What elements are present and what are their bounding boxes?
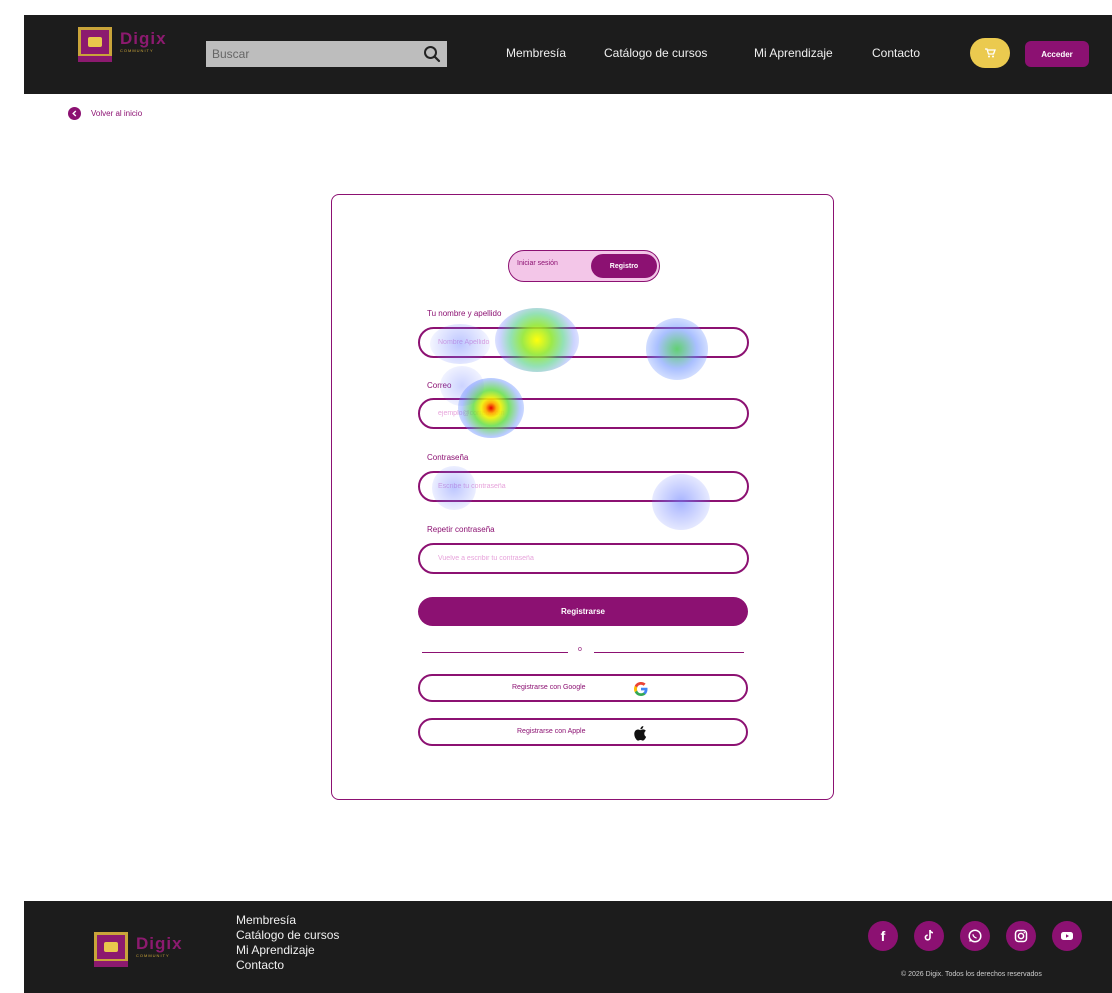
logo-name: Digix <box>136 934 183 953</box>
divider-right <box>594 652 744 653</box>
search-bar <box>206 41 447 67</box>
facebook-icon[interactable]: f <box>868 921 898 951</box>
register-card: Iniciar sesión Registro Tu nombre y apel… <box>331 194 834 800</box>
password-field <box>418 471 749 502</box>
tab-login[interactable]: Iniciar sesión <box>517 260 558 267</box>
nav-contacto[interactable]: Contacto <box>872 46 920 60</box>
cart-icon <box>985 48 996 58</box>
footer-nav: Membresía Catálogo de cursos Mi Aprendiz… <box>236 913 339 973</box>
apple-register-label: Registrarse con Apple <box>517 728 586 735</box>
footer-link-catalogo[interactable]: Catálogo de cursos <box>236 928 339 943</box>
footer-link-membresia[interactable]: Membresía <box>236 913 339 928</box>
instagram-icon[interactable] <box>1006 921 1036 951</box>
search-input[interactable] <box>212 47 423 61</box>
social-links: f <box>868 921 1082 951</box>
nav-catalogo[interactable]: Catálogo de cursos <box>604 46 707 60</box>
cart-button[interactable] <box>970 38 1010 68</box>
repeat-password-input[interactable] <box>438 555 729 562</box>
password-input[interactable] <box>438 483 729 490</box>
google-icon <box>632 680 650 698</box>
password-label: Contraseña <box>427 453 469 462</box>
whatsapp-icon[interactable] <box>960 921 990 951</box>
google-register-button[interactable]: Registrarse con Google <box>418 674 748 702</box>
back-arrow-icon <box>68 107 81 120</box>
back-link[interactable]: Volver al inicio <box>68 107 142 120</box>
back-link-label: Volver al inicio <box>91 109 143 118</box>
name-field <box>418 327 749 358</box>
top-navbar: Digix COMMUNITY Membresía Catálogo de cu… <box>24 15 1112 94</box>
tiktok-icon[interactable] <box>914 921 944 951</box>
footer-link-aprendizaje[interactable]: Mi Aprendizaje <box>236 943 339 958</box>
divider-left <box>422 652 568 653</box>
divider-text: o <box>578 646 582 653</box>
logo-icon <box>78 27 112 62</box>
google-register-label: Registrarse con Google <box>512 684 586 691</box>
youtube-icon[interactable] <box>1052 921 1082 951</box>
name-input[interactable] <box>438 339 729 346</box>
footer-link-contacto[interactable]: Contacto <box>236 958 339 973</box>
email-label: Correo <box>427 381 452 390</box>
repeat-password-label: Repetir contraseña <box>427 525 495 534</box>
name-label: Tu nombre y apellido <box>427 309 502 318</box>
tab-register[interactable]: Registro <box>591 254 657 278</box>
apple-icon <box>632 724 650 742</box>
auth-mode-toggle: Iniciar sesión Registro <box>508 250 660 282</box>
brand-logo[interactable]: Digix COMMUNITY <box>78 27 167 62</box>
logo-name: Digix <box>120 29 167 48</box>
footer: Digix COMMUNITY Membresía Catálogo de cu… <box>24 901 1112 993</box>
logo-icon <box>94 932 128 967</box>
logo-tagline: COMMUNITY <box>136 953 170 958</box>
search-icon[interactable] <box>423 45 441 63</box>
repeat-password-field <box>418 543 749 574</box>
copyright-text: © 2026 Digix. Todos los derechos reserva… <box>901 971 1042 978</box>
nav-aprendizaje[interactable]: Mi Aprendizaje <box>754 46 833 60</box>
email-field <box>418 398 749 429</box>
register-submit-button[interactable]: Registrarse <box>418 597 748 626</box>
footer-logo[interactable]: Digix COMMUNITY <box>94 932 183 967</box>
nav-membresia[interactable]: Membresía <box>506 46 566 60</box>
logo-tagline: COMMUNITY <box>120 48 154 53</box>
email-input[interactable] <box>438 410 729 417</box>
login-button[interactable]: Acceder <box>1025 41 1089 67</box>
apple-register-button[interactable]: Registrarse con Apple <box>418 718 748 746</box>
